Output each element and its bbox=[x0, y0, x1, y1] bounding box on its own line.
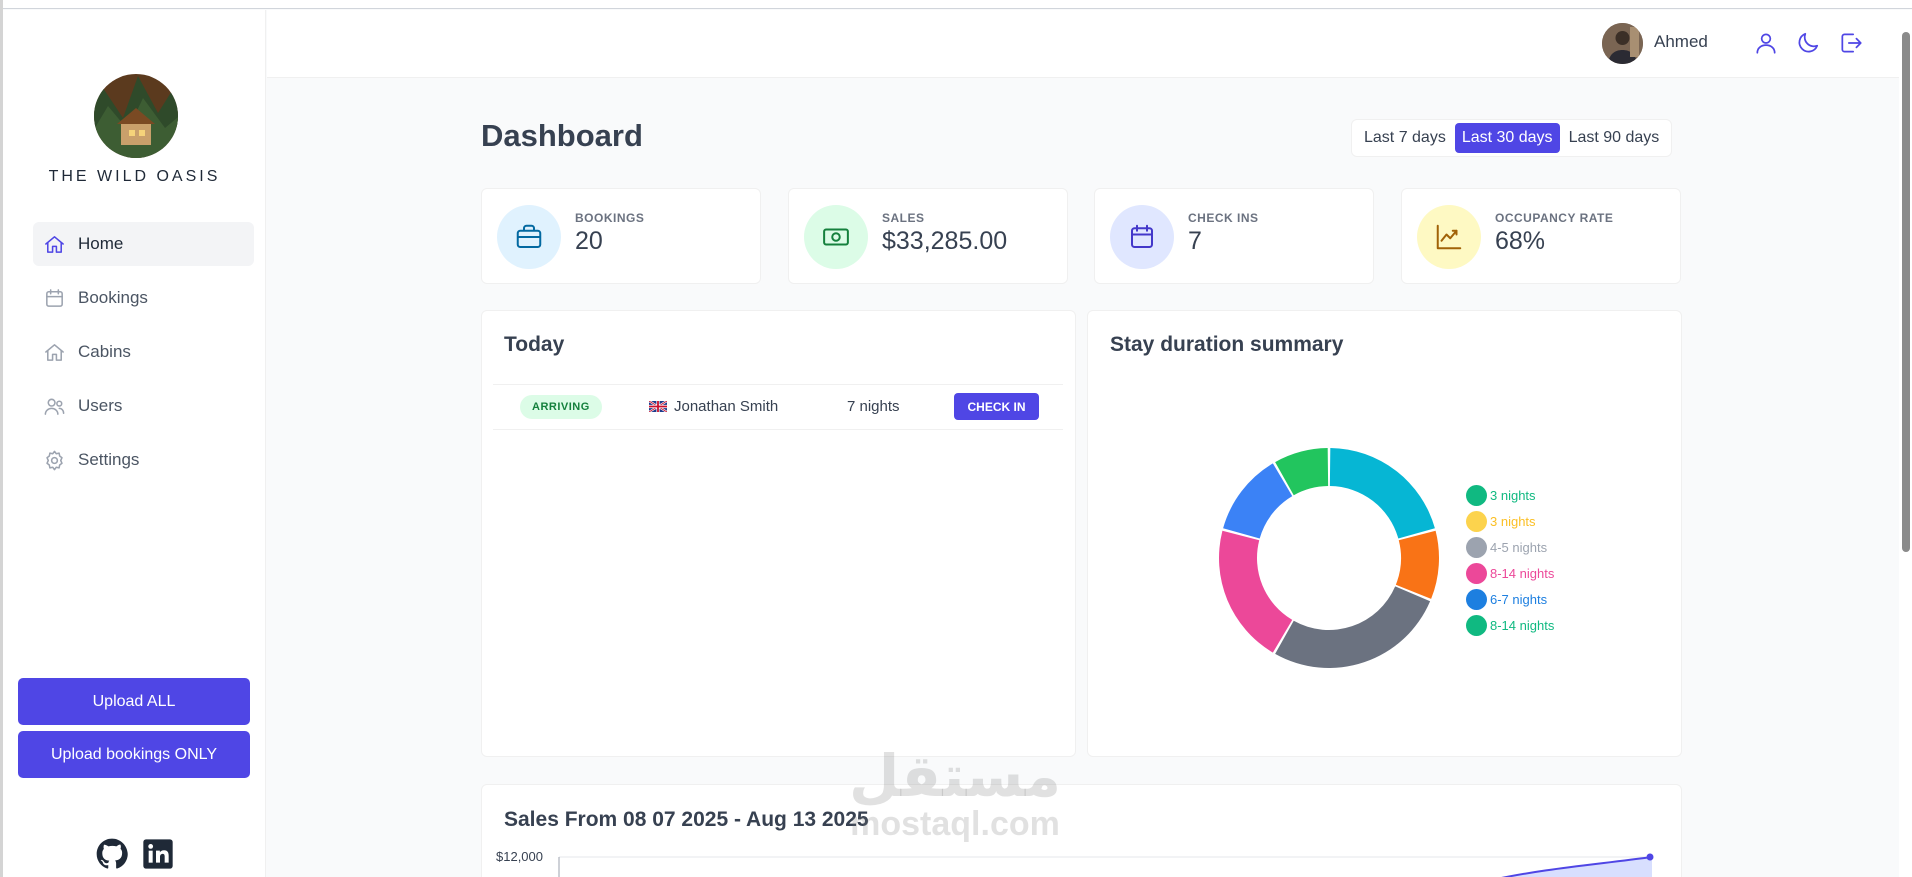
legend-label: 8-14 nights bbox=[1490, 617, 1555, 633]
today-panel: Today ARRIVING Jonathan Smith 7 nights C… bbox=[481, 310, 1076, 757]
legend-item: 6-7 nights bbox=[1466, 586, 1554, 612]
legend-dot bbox=[1466, 536, 1487, 558]
stat-icon-wrap bbox=[1417, 205, 1481, 269]
legend-dot bbox=[1466, 484, 1487, 506]
date-filter: Last 7 days Last 30 days Last 90 days bbox=[1351, 119, 1673, 157]
stat-occupancy-rate: OCCUPANCY RATE 68% bbox=[1401, 188, 1681, 284]
moon-icon[interactable] bbox=[1795, 30, 1821, 56]
nights-count: 7 nights bbox=[847, 398, 900, 415]
guest-name-text: Jonathan Smith bbox=[674, 398, 779, 415]
stat-label: CHECK INS bbox=[1188, 211, 1259, 225]
legend-dot bbox=[1466, 614, 1487, 636]
username[interactable]: Ahmed bbox=[1654, 32, 1708, 52]
briefcase-icon bbox=[516, 224, 542, 248]
stat-bookings: BOOKINGS 20 bbox=[481, 188, 761, 284]
legend-item: 3 nights bbox=[1466, 482, 1554, 508]
github-icon bbox=[96, 838, 128, 869]
stat-label: BOOKINGS bbox=[575, 211, 645, 225]
avatar[interactable] bbox=[1602, 23, 1643, 64]
legend-label: 3 nights bbox=[1490, 487, 1536, 503]
chart-legend: 3 nights 3 nights 4-5 nights 8-14 nights… bbox=[1466, 482, 1554, 638]
github-link[interactable] bbox=[96, 838, 128, 870]
gear-icon bbox=[46, 450, 63, 470]
logout-icon[interactable] bbox=[1838, 30, 1864, 56]
stat-label: OCCUPANCY RATE bbox=[1495, 211, 1614, 225]
nav-item-cabins[interactable]: Cabins bbox=[33, 330, 254, 374]
users-icon bbox=[44, 398, 65, 415]
scrollbar-thumb[interactable] bbox=[1902, 32, 1910, 552]
nav-label-settings: Settings bbox=[78, 450, 140, 469]
legend-dot bbox=[1466, 562, 1487, 584]
linkedin-link[interactable] bbox=[142, 838, 174, 870]
upload-bookings-button[interactable]: Upload bookings ONLY bbox=[18, 731, 250, 778]
linkedin-icon bbox=[143, 839, 173, 869]
nav-label-home: Home bbox=[78, 234, 124, 253]
nav-item-home[interactable]: Home bbox=[33, 222, 254, 266]
stat-icon-wrap bbox=[804, 205, 868, 269]
sales-panel: Sales From 08 07 2025 - Aug 13 2025 $12,… bbox=[481, 784, 1682, 877]
home-icon bbox=[45, 343, 64, 361]
stat-sales: SALES $33,285.00 bbox=[788, 188, 1068, 284]
list-item: ARRIVING Jonathan Smith 7 nights CHECK I… bbox=[493, 384, 1063, 430]
stat-value: 20 bbox=[575, 227, 603, 255]
legend-item: 8-14 nights bbox=[1466, 560, 1554, 586]
legend-dot bbox=[1466, 510, 1487, 532]
stay-duration-chart bbox=[1219, 448, 1439, 668]
legend-item: 3 nights bbox=[1466, 508, 1554, 534]
calendar-icon bbox=[46, 288, 63, 307]
today-title: Today bbox=[504, 333, 565, 356]
home-icon bbox=[45, 235, 64, 253]
filter-last-90-days[interactable]: Last 90 days bbox=[1562, 123, 1667, 153]
stay-duration-panel: Stay duration summary 3 nights 3 nights … bbox=[1087, 310, 1682, 757]
stat-value: 7 bbox=[1188, 227, 1202, 255]
stat-check-ins: CHECK INS 7 bbox=[1094, 188, 1374, 284]
browser-top-border bbox=[0, 0, 1912, 9]
wild-oasis-logo bbox=[94, 74, 178, 158]
main-nav: Home Bookings Cabins Users Settings bbox=[33, 222, 254, 492]
nav-item-bookings[interactable]: Bookings bbox=[33, 276, 254, 320]
filter-last-30-days[interactable]: Last 30 days bbox=[1454, 123, 1560, 153]
guest-name: Jonathan Smith bbox=[649, 398, 778, 415]
top-header: Ahmed bbox=[267, 10, 1899, 78]
nav-label-bookings: Bookings bbox=[78, 288, 148, 307]
donut-slice bbox=[1395, 530, 1439, 599]
upload-all-button[interactable]: Upload ALL bbox=[18, 678, 250, 725]
sales-area-chart bbox=[558, 853, 1654, 877]
donut-slice bbox=[1223, 463, 1293, 539]
legend-label: 6-7 nights bbox=[1490, 591, 1548, 607]
legend-item: 8-14 nights bbox=[1466, 612, 1554, 638]
stat-label: SALES bbox=[882, 211, 925, 225]
stat-value: 68% bbox=[1495, 227, 1546, 255]
window-left-edge bbox=[0, 0, 3, 877]
donut-slice bbox=[1329, 448, 1435, 539]
page-scrollbar[interactable] bbox=[1899, 10, 1912, 877]
donut-slice bbox=[1275, 586, 1431, 668]
nav-item-settings[interactable]: Settings bbox=[33, 438, 254, 482]
sidebar: THE WILD OASIS Home Bookings Cabins User… bbox=[3, 10, 266, 877]
stat-value: $33,285.00 bbox=[882, 227, 1008, 255]
banknotes-icon bbox=[823, 228, 849, 246]
nav-label-cabins: Cabins bbox=[78, 342, 131, 361]
avatar-image bbox=[1602, 23, 1643, 64]
user-icon[interactable] bbox=[1753, 30, 1779, 56]
stat-icon-wrap bbox=[1110, 205, 1174, 269]
chart-bar-icon bbox=[1436, 224, 1462, 250]
nav-item-users[interactable]: Users bbox=[33, 384, 254, 428]
donut-slice bbox=[1219, 530, 1293, 653]
filter-last-7-days[interactable]: Last 7 days bbox=[1357, 123, 1453, 153]
status-badge: ARRIVING bbox=[520, 395, 602, 419]
check-in-button[interactable]: CHECK IN bbox=[954, 393, 1039, 420]
legend-label: 8-14 nights bbox=[1490, 565, 1555, 581]
legend-label: 4-5 nights bbox=[1490, 539, 1548, 555]
legend-item: 4-5 nights bbox=[1466, 534, 1554, 560]
calendar-icon bbox=[1131, 224, 1153, 248]
stat-icon-wrap bbox=[497, 205, 561, 269]
brand-name: THE WILD OASIS bbox=[48, 168, 221, 185]
page-title: Dashboard bbox=[481, 118, 643, 153]
nav-label-users: Users bbox=[78, 396, 123, 415]
legend-label: 3 nights bbox=[1490, 513, 1536, 529]
legend-dot bbox=[1466, 588, 1487, 610]
uk-flag-icon bbox=[649, 401, 667, 412]
